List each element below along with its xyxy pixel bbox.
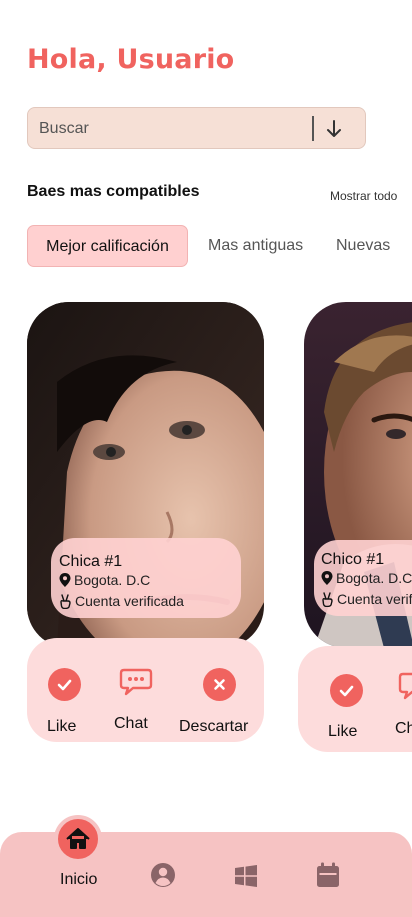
chat-icon[interactable] [119,666,153,698]
profile-verified-text: Cuenta verificada [337,591,412,607]
profile-verified: Cuenta verificada [59,593,184,609]
search-input[interactable]: Buscar [27,107,366,149]
profile-location: Bogota. D.C [59,572,150,588]
calendar-icon[interactable] [316,862,340,888]
profile-card[interactable]: Chico #1 Bogota. D.C Cuenta verificada L… [298,302,412,752]
nav-home-label[interactable]: Inicio [60,871,97,889]
filter-tab-newest[interactable]: Nuevas [336,225,390,267]
victory-hand-icon [60,593,71,609]
profile-location: Bogota. D.C [321,570,412,586]
profile-icon[interactable] [150,862,176,888]
profile-info: Chica #1 Bogota. D.C Cuenta verificada [51,538,241,618]
check-icon [57,679,72,691]
nav-home-button[interactable] [54,815,102,863]
like-button[interactable] [330,674,363,707]
like-button[interactable] [48,668,81,701]
chat-label[interactable]: Chat [114,715,148,733]
profile-name: Chica #1 [59,553,123,570]
profile-location-text: Bogota. D.C [74,572,151,588]
profile-card[interactable]: Chica #1 Bogota. D.C Cuenta verificada L… [27,302,264,742]
search-divider [312,116,314,141]
filter-tab-best-rated[interactable]: Mejor calificación [27,225,188,267]
location-pin-icon [59,573,71,587]
discard-button[interactable] [203,668,236,701]
section-title: Baes mas compatibles [27,183,200,200]
filter-tab-oldest[interactable]: Mas antiguas [208,225,303,267]
home-icon [66,828,90,849]
close-icon [214,679,225,690]
profile-verified-text: Cuenta verificada [75,593,184,609]
check-icon [339,685,354,697]
chat-label[interactable]: Chat [395,720,412,738]
location-pin-icon [321,571,333,585]
victory-hand-icon [322,591,333,607]
page-title: Hola, Usuario [27,44,235,75]
arrow-down-icon[interactable] [324,118,344,140]
search-placeholder: Buscar [39,120,89,137]
profile-info: Chico #1 Bogota. D.C Cuenta verificada [314,540,412,616]
discard-label[interactable]: Descartar [179,718,248,736]
profile-verified: Cuenta verificada [321,591,412,607]
windows-icon[interactable] [234,864,258,888]
chat-icon[interactable] [398,670,412,702]
show-all-link[interactable]: Mostrar todo [330,189,397,203]
card-actions: Like Chat Descartar [27,638,264,742]
like-label[interactable]: Like [328,723,357,741]
card-actions: Like Chat [298,646,412,752]
profile-location-text: Bogota. D.C [336,570,412,586]
like-label[interactable]: Like [47,718,76,736]
profile-name: Chico #1 [321,551,385,568]
